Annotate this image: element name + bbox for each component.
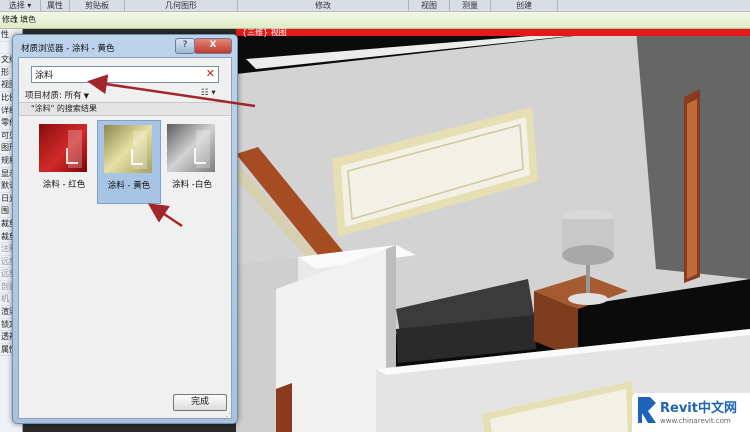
done-button[interactable]: 完成 bbox=[173, 394, 227, 411]
context-sep: | bbox=[14, 14, 17, 23]
ribbon-panel-label: 视图 bbox=[409, 0, 450, 11]
dialog-body: 涂料 ✕ 项目材质: 所有 ▼ ☷ ▾ "涂料" 的搜索结果 涂料 - 红色 涂料 … bbox=[18, 57, 232, 421]
search-input[interactable]: 涂料 ✕ bbox=[31, 66, 219, 83]
context-fill[interactable]: 填色 bbox=[20, 14, 36, 25]
view-tab[interactable]: {三维} 视图 bbox=[236, 28, 750, 37]
ribbon-panel-label: 创建 bbox=[491, 0, 558, 11]
project-materials-filter[interactable]: 项目材质: 所有 ▼ bbox=[25, 89, 89, 101]
revit-logo: Revit中文网 www.chinarevit.com bbox=[632, 393, 750, 432]
material-swatch bbox=[104, 125, 152, 173]
material-swatch bbox=[39, 124, 87, 172]
room-render bbox=[236, 29, 750, 432]
material-name: 涂料 - 红色 bbox=[42, 180, 86, 190]
material-tile[interactable]: 涂料 -白色 bbox=[161, 120, 223, 202]
ribbon-panel-label: 选择 ▾ bbox=[0, 0, 41, 11]
dialog-title: 材质浏览器 - 涂料 - 黄色 bbox=[21, 44, 115, 54]
ribbon-panel-label: 几何图形 bbox=[125, 0, 238, 11]
material-name: 涂料 -白色 bbox=[172, 180, 212, 190]
filter-label: 项目材质: 所有 bbox=[25, 91, 82, 101]
close-button[interactable]: X bbox=[194, 38, 232, 54]
3d-viewport[interactable] bbox=[236, 29, 750, 432]
ribbon-panel-label: 剪贴板 bbox=[70, 0, 125, 11]
logo-mark-icon bbox=[638, 397, 656, 423]
search-results-header: "涂料" 的搜索结果 bbox=[19, 102, 231, 116]
ribbon-panel-labels: 选择 ▾ 属性 剪贴板 几何图形 修改 视图 测量 创建 bbox=[0, 0, 750, 12]
clear-search-icon[interactable]: ✕ bbox=[206, 67, 215, 80]
ribbon-panel-label: 修改 bbox=[238, 0, 409, 11]
ribbon-panel-label: 测量 bbox=[450, 0, 491, 11]
search-results-label: "涂料" 的搜索结果 bbox=[31, 104, 97, 113]
material-tile[interactable]: 涂料 - 红色 bbox=[33, 120, 95, 202]
logo-url: www.chinarevit.com bbox=[660, 417, 731, 425]
material-swatch bbox=[167, 124, 215, 172]
material-name: 涂料 - 黄色 bbox=[107, 181, 151, 191]
help-button[interactable]: ? bbox=[175, 38, 195, 54]
logo-brand: Revit中文网 bbox=[660, 401, 737, 416]
view-options-button[interactable]: ☷ ▾ bbox=[201, 88, 216, 98]
ribbon-panel-label: 属性 bbox=[41, 0, 70, 11]
material-browser-dialog: 材质浏览器 - 涂料 - 黄色 ? X 涂料 ✕ 项目材质: 所有 ▼ ☷ ▾ "… bbox=[12, 34, 238, 424]
material-tile[interactable]: 涂料 - 黄色 bbox=[97, 120, 161, 204]
resize-grip-icon[interactable]: ⋰ bbox=[223, 412, 231, 421]
chevron-down-icon: ▼ bbox=[83, 92, 89, 100]
context-bar: 修改 | 填色 bbox=[0, 12, 750, 29]
search-value: 涂料 bbox=[35, 71, 54, 81]
